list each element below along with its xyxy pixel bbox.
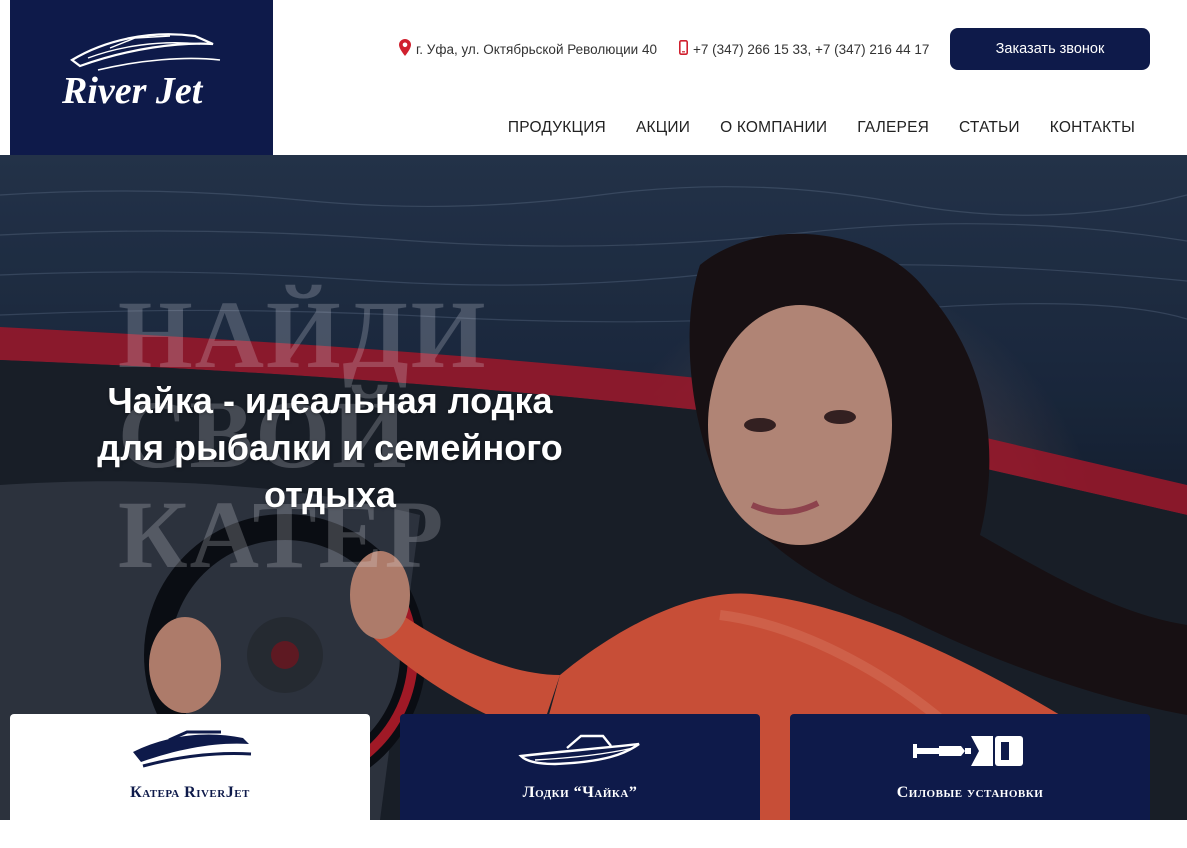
- map-pin-icon: [399, 39, 411, 59]
- nav-item-articles[interactable]: СТАТЬИ: [959, 119, 1020, 137]
- category-label: Лодки “Чайка”: [522, 784, 638, 801]
- nav-item-contacts[interactable]: КОНТАКТЫ: [1050, 119, 1135, 137]
- category-label: Катера RiverJet: [130, 784, 250, 801]
- river-jet-logo-icon: River Jet: [61, 33, 221, 112]
- nav-item-promotions[interactable]: АКЦИИ: [636, 119, 690, 137]
- phone-icon: [679, 40, 689, 58]
- category-card-chaika-boats[interactable]: Лодки “Чайка”: [400, 714, 760, 820]
- nav-item-gallery[interactable]: ГАЛЕРЕЯ: [857, 119, 929, 137]
- ghost-word-1: НАЙДИ: [118, 281, 488, 388]
- logo[interactable]: River Jet: [10, 0, 273, 155]
- hero-headline: Чайка - идеальная лодка для рыбалки и се…: [70, 377, 590, 518]
- phone-numbers[interactable]: +7 (347) 266 15 33, +7 (347) 216 44 17: [679, 40, 929, 58]
- site-header: River Jet г. Уфа, ул. Октябрьской Револю…: [0, 0, 1187, 155]
- category-card-power-units[interactable]: Силовые установки: [790, 714, 1150, 820]
- address-text: г. Уфа, ул. Октябрьской Революции 40: [416, 41, 657, 57]
- logo-wordmark: River Jet: [61, 70, 204, 112]
- headline-line-1: Чайка - идеальная лодка: [107, 380, 553, 421]
- speedboat-icon: [133, 730, 252, 768]
- main-nav: ПРОДУКЦИЯ АКЦИИ О КОМПАНИИ ГАЛЕРЕЯ СТАТЬ…: [508, 119, 1135, 137]
- category-card-riverjet-boats[interactable]: Катера RiverJet: [10, 714, 370, 820]
- phone-text[interactable]: +7 (347) 266 15 33, +7 (347) 216 44 17: [693, 42, 929, 57]
- nav-item-about[interactable]: О КОМПАНИИ: [720, 119, 827, 137]
- nav-item-products[interactable]: ПРОДУКЦИЯ: [508, 119, 606, 137]
- category-label: Силовые установки: [896, 784, 1044, 801]
- address: г. Уфа, ул. Октябрьской Революции 40: [399, 39, 657, 59]
- order-call-button[interactable]: Заказать звонок: [950, 28, 1150, 70]
- boat-icon: [518, 734, 640, 766]
- outboard-motor-icon: [913, 736, 1023, 766]
- headline-line-3: отдыха: [264, 474, 396, 515]
- headline-line-2: для рыбалки и семейного: [97, 427, 563, 468]
